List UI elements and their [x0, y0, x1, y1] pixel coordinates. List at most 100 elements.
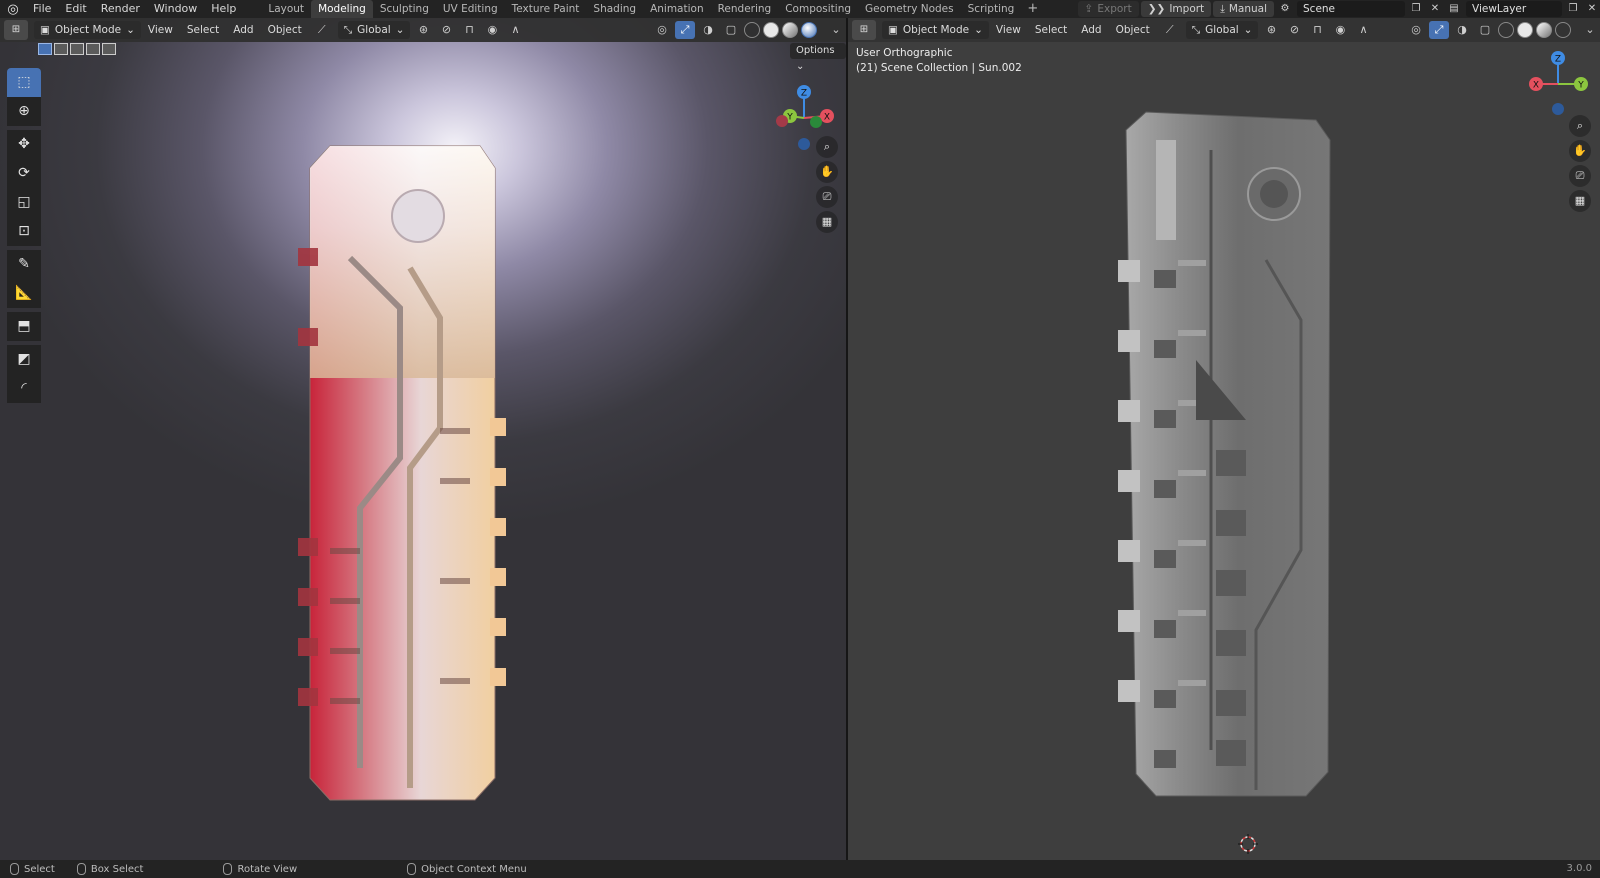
select-invert-icon[interactable]	[86, 43, 100, 55]
add-cube-tool-icon[interactable]: ⬒	[7, 312, 41, 341]
wireframe-shading-icon[interactable]	[1498, 22, 1514, 38]
tab-scripting[interactable]: Scripting	[961, 0, 1022, 18]
falloff-icon[interactable]: ∧	[505, 21, 525, 39]
scale-tool-icon[interactable]: ◱	[7, 188, 41, 217]
tab-compositing[interactable]: Compositing	[778, 0, 858, 18]
editor-type-icon[interactable]: ⊞	[852, 20, 876, 40]
mode-dropdown[interactable]: ▣ Object Mode ⌄	[34, 21, 141, 39]
cursor-tool-icon[interactable]: ⊕	[7, 97, 41, 126]
solid-shading-icon[interactable]	[1517, 22, 1533, 38]
select-box-tool-icon[interactable]: ⬚	[7, 68, 41, 97]
copy-view-layer-icon[interactable]: ❐	[1565, 1, 1581, 17]
menu-add[interactable]: Add	[1074, 18, 1108, 42]
menu-view[interactable]: View	[141, 18, 180, 42]
select-new-icon[interactable]	[38, 43, 52, 55]
viewport-right[interactable]: ⊞ ▣ Object Mode ⌄ View Select Add Object ⟋…	[848, 18, 1600, 860]
snap-target-icon[interactable]: ⊓	[459, 21, 479, 39]
zoom-icon[interactable]: ⌕	[1569, 115, 1591, 137]
solid-mesh-object[interactable]	[1116, 110, 1336, 810]
grid-perspective-icon[interactable]: ▦	[816, 211, 838, 233]
shading-options-chevron-icon[interactable]: ⌄	[826, 21, 846, 39]
select-subtract-icon[interactable]	[70, 43, 84, 55]
tab-geometry-nodes[interactable]: Geometry Nodes	[858, 0, 961, 18]
mode-dropdown[interactable]: ▣ Object Mode ⌄	[882, 21, 989, 39]
zoom-icon[interactable]: ⌕	[816, 136, 838, 158]
options-dropdown[interactable]: Options ⌄	[790, 43, 846, 72]
falloff-icon[interactable]: ∧	[1353, 21, 1373, 39]
move-tool-icon[interactable]: ✥	[7, 130, 41, 159]
solid-shading-icon[interactable]	[763, 22, 779, 38]
menu-object[interactable]: Object	[261, 18, 309, 42]
tab-uv-editing[interactable]: UV Editing	[436, 0, 505, 18]
rendered-shading-icon[interactable]	[1555, 22, 1571, 38]
menu-file[interactable]: File	[26, 0, 58, 18]
select-extend-icon[interactable]	[54, 43, 68, 55]
visibility-icon[interactable]: ◎	[1406, 21, 1426, 39]
transform-pivot-icon[interactable]: ⟋	[312, 21, 332, 39]
transform-tool-icon[interactable]: ⊡	[7, 217, 41, 246]
gizmo-toggle-icon[interactable]: ⤢	[675, 21, 695, 39]
proportional-edit-icon[interactable]: ◉	[1330, 21, 1350, 39]
menu-view[interactable]: View	[989, 18, 1028, 42]
navigation-gizmo[interactable]: Z X Y	[1524, 48, 1594, 122]
xray-toggle-icon[interactable]: ▢	[1475, 21, 1495, 39]
bevel-tool-icon[interactable]: ◜	[7, 374, 41, 403]
pivot-point-icon[interactable]: ⊛	[413, 21, 433, 39]
view-layer-field[interactable]: ViewLayer	[1466, 1, 1562, 17]
menu-select[interactable]: Select	[180, 18, 226, 42]
xray-toggle-icon[interactable]: ▢	[721, 21, 741, 39]
snap-toggle-icon[interactable]: ⊘	[436, 21, 456, 39]
menu-select[interactable]: Select	[1028, 18, 1074, 42]
tab-texture-paint[interactable]: Texture Paint	[505, 0, 587, 18]
tab-layout[interactable]: Layout	[261, 0, 311, 18]
manual-button[interactable]: ⤓ Manual	[1213, 1, 1274, 17]
menu-render[interactable]: Render	[94, 0, 147, 18]
import-button[interactable]: ❯❯ Import	[1140, 1, 1212, 17]
rendered-mesh-object[interactable]	[290, 128, 510, 808]
delete-scene-icon[interactable]: ✕	[1427, 1, 1443, 17]
rotate-tool-icon[interactable]: ⟳	[7, 159, 41, 188]
tab-shading[interactable]: Shading	[586, 0, 643, 18]
menu-add[interactable]: Add	[226, 18, 260, 42]
overlay-toggle-icon[interactable]: ◑	[698, 21, 718, 39]
tab-rendering[interactable]: Rendering	[711, 0, 779, 18]
extrude-tool-icon[interactable]: ◩	[7, 345, 41, 374]
wireframe-shading-icon[interactable]	[744, 22, 760, 38]
grid-perspective-icon[interactable]: ▦	[1569, 190, 1591, 212]
tab-animation[interactable]: Animation	[643, 0, 711, 18]
copy-scene-icon[interactable]: ❐	[1408, 1, 1424, 17]
add-workspace-button[interactable]: +	[1021, 0, 1044, 18]
annotate-tool-icon[interactable]: ✎	[7, 250, 41, 279]
orientation-dropdown[interactable]: ⤡ Global ⌄	[1185, 21, 1259, 39]
delete-view-layer-icon[interactable]: ✕	[1584, 1, 1600, 17]
editor-type-icon[interactable]: ⊞	[4, 20, 28, 40]
measure-tool-icon[interactable]: 📐	[7, 279, 41, 308]
overlay-toggle-icon[interactable]: ◑	[1452, 21, 1472, 39]
menu-window[interactable]: Window	[147, 0, 204, 18]
snap-toggle-icon[interactable]: ⊘	[1284, 21, 1304, 39]
select-intersect-icon[interactable]	[102, 43, 116, 55]
pan-hand-icon[interactable]: ✋	[1569, 140, 1591, 162]
blender-logo-icon[interactable]: ◎	[0, 2, 26, 17]
material-shading-icon[interactable]	[1536, 22, 1552, 38]
camera-icon[interactable]: ⎚	[1569, 165, 1591, 187]
material-shading-icon[interactable]	[782, 22, 798, 38]
camera-icon[interactable]: ⎚	[816, 186, 838, 208]
proportional-edit-icon[interactable]: ◉	[482, 21, 502, 39]
rendered-shading-icon[interactable]	[801, 22, 817, 38]
pivot-point-icon[interactable]: ⊛	[1261, 21, 1281, 39]
menu-object[interactable]: Object	[1109, 18, 1157, 42]
menu-help[interactable]: Help	[204, 0, 243, 18]
gizmo-toggle-icon[interactable]: ⤢	[1429, 21, 1449, 39]
scene-field[interactable]: Scene	[1297, 1, 1405, 17]
view-layer-icon[interactable]: ▤	[1446, 1, 1462, 17]
snap-target-icon[interactable]: ⊓	[1307, 21, 1327, 39]
orientation-dropdown[interactable]: ⤡ Global ⌄	[337, 21, 411, 39]
tab-sculpting[interactable]: Sculpting	[373, 0, 436, 18]
menu-edit[interactable]: Edit	[58, 0, 93, 18]
shading-options-chevron-icon[interactable]: ⌄	[1580, 21, 1600, 39]
transform-pivot-icon[interactable]: ⟋	[1160, 21, 1180, 39]
pan-hand-icon[interactable]: ✋	[816, 161, 838, 183]
visibility-icon[interactable]: ◎	[652, 21, 672, 39]
export-button[interactable]: ⇪ Export	[1077, 1, 1139, 17]
